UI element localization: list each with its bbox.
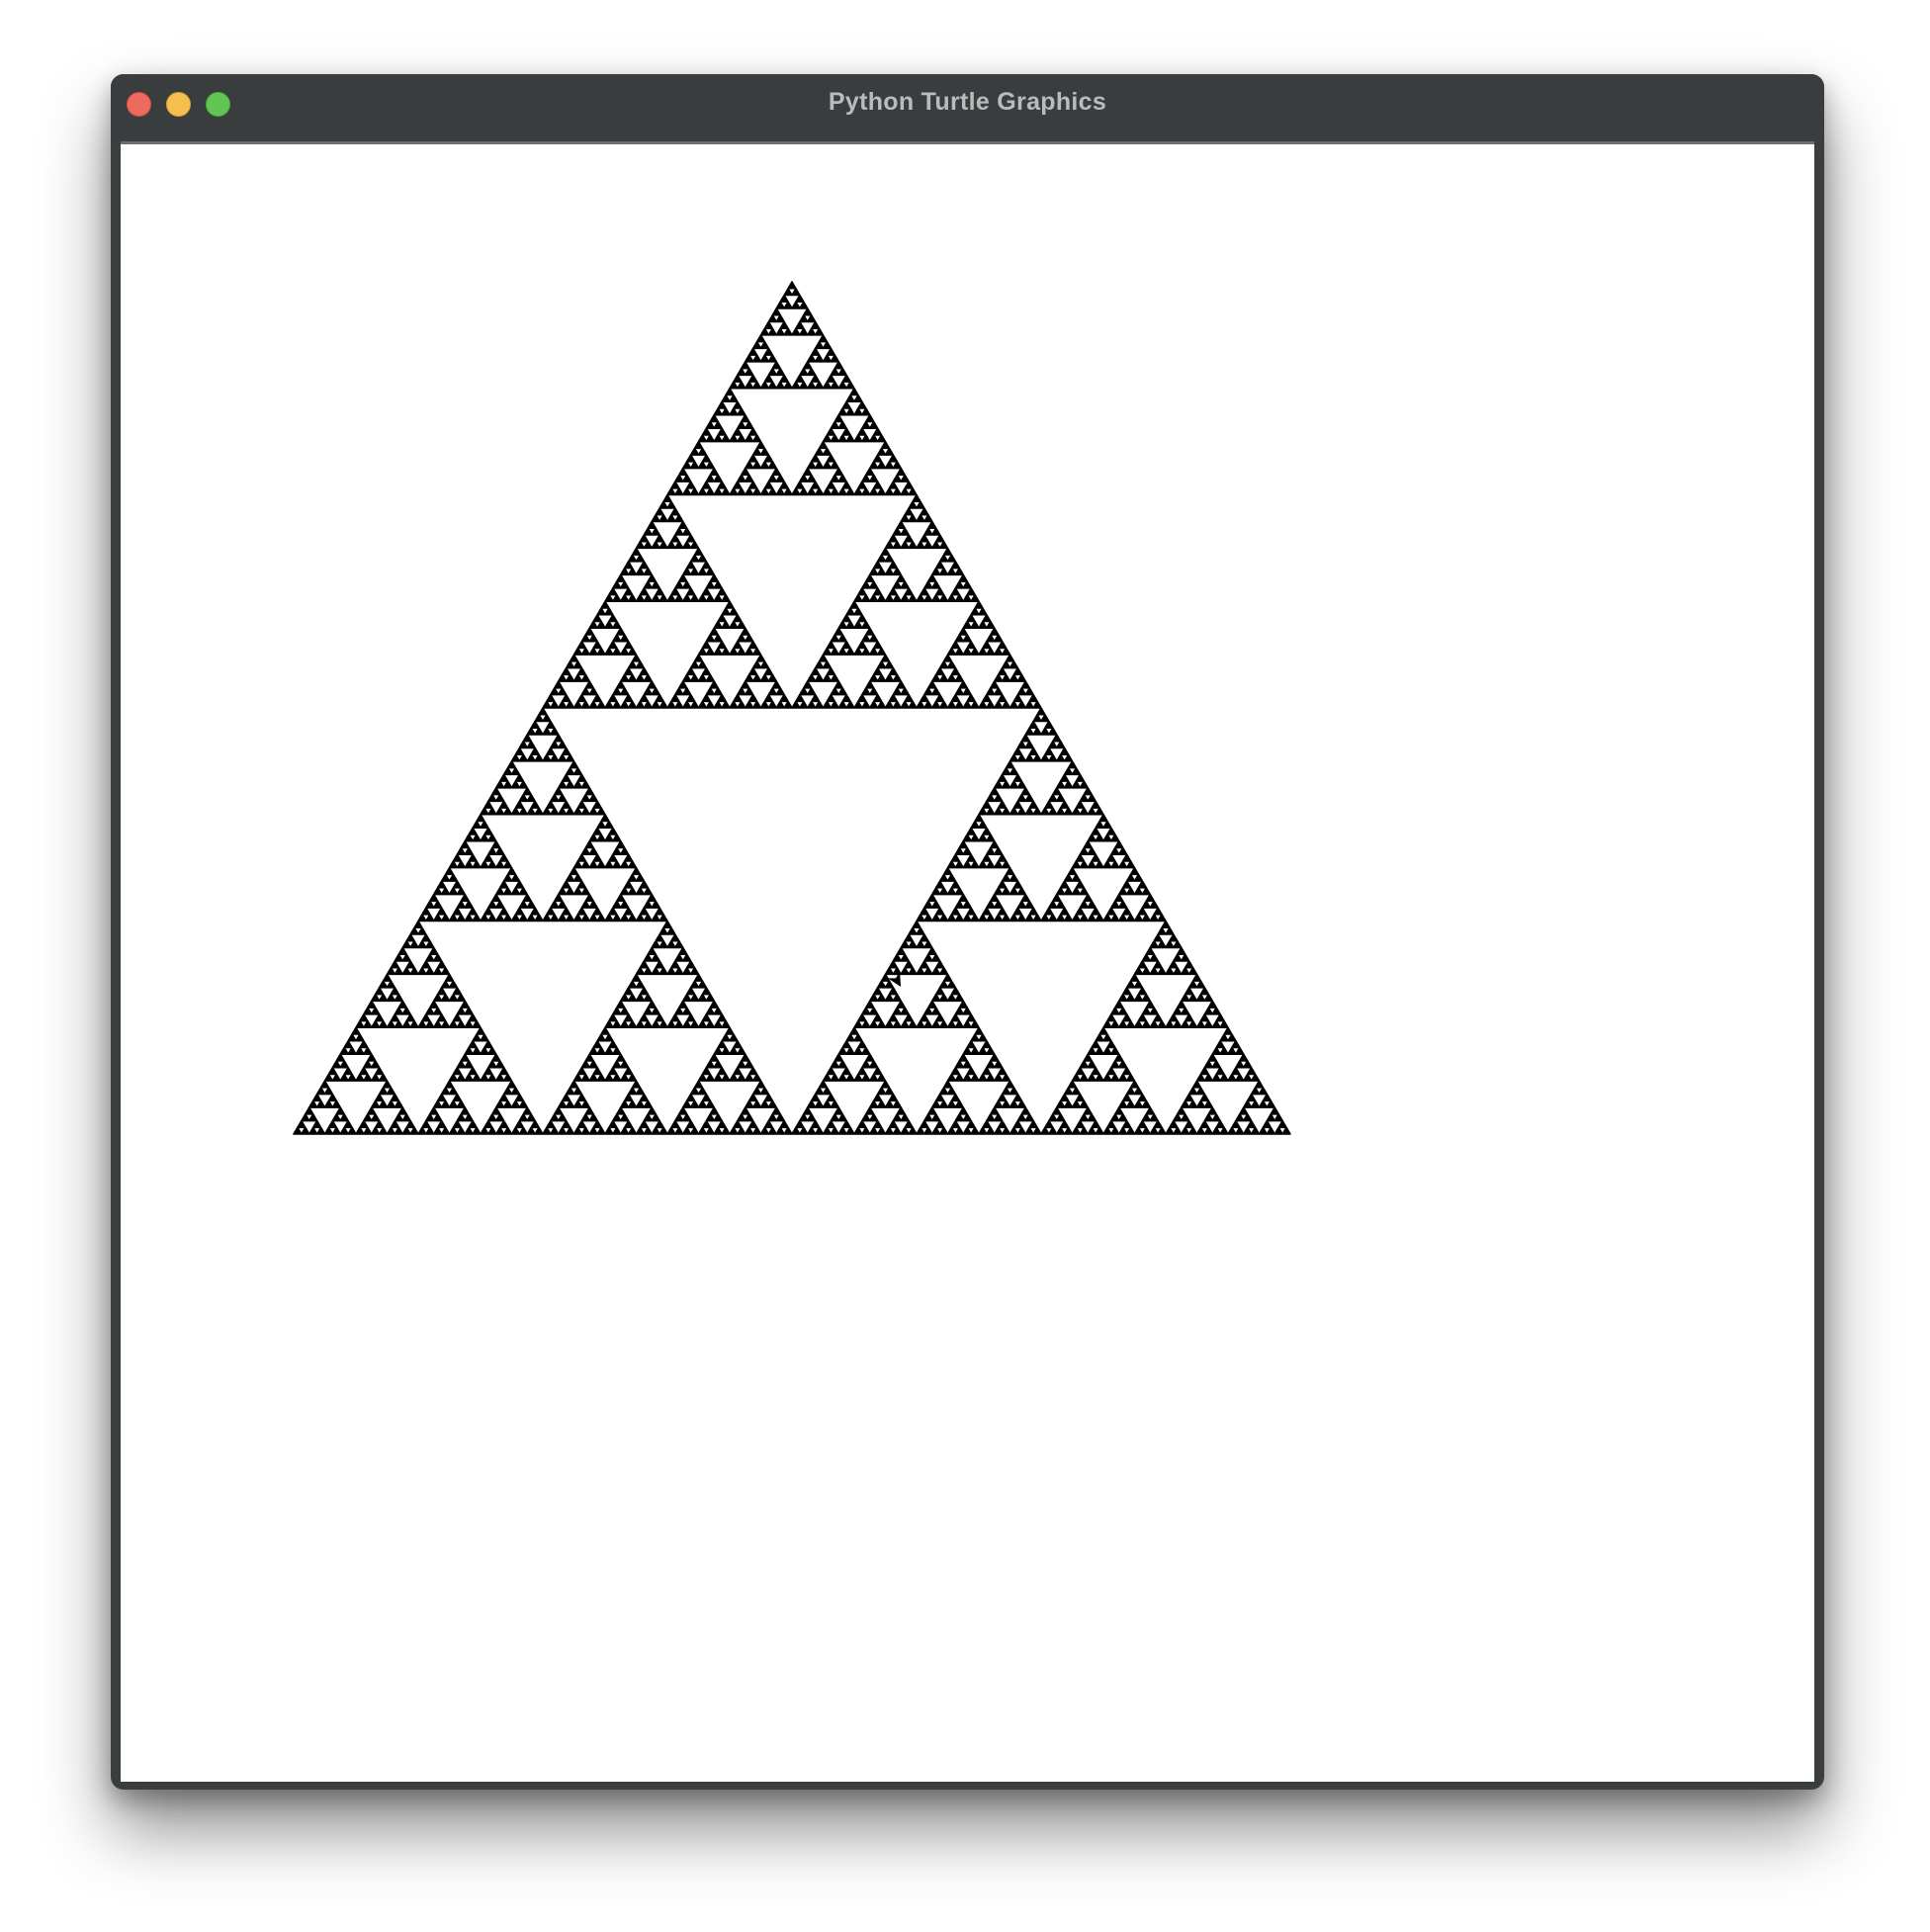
sierpinski-drawing (293, 281, 1291, 1135)
window-title: Python Turtle Graphics (828, 88, 1107, 116)
sierpinski-fill (293, 281, 1291, 1135)
turtle-window: Python Turtle Graphics (111, 74, 1824, 1790)
sierpinski-triangle (293, 281, 1291, 1135)
title-bar[interactable]: Python Turtle Graphics (111, 74, 1824, 137)
turtle-canvas-area[interactable] (121, 141, 1814, 1782)
